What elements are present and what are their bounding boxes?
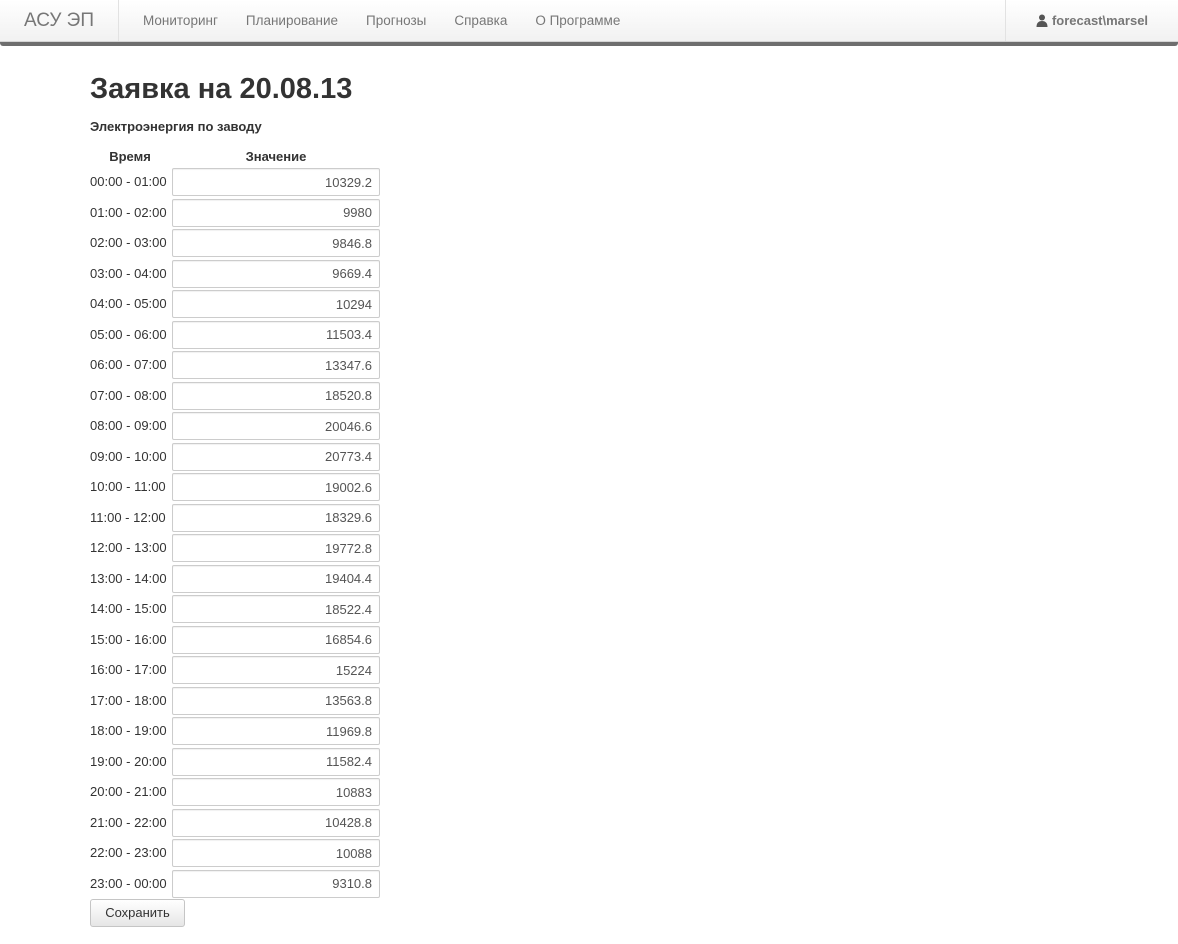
hour-range-label: 04:00 - 05:00: [90, 296, 167, 311]
hour-value-input[interactable]: [172, 808, 380, 837]
table-row: 23:00 - 00:00: [90, 869, 390, 900]
table-row: 06:00 - 07:00: [90, 350, 390, 381]
table-row: 22:00 - 23:00: [90, 838, 390, 869]
table-row: 09:00 - 10:00: [90, 442, 390, 473]
hour-range-label: 10:00 - 11:00: [90, 479, 166, 494]
hour-range-label: 15:00 - 16:00: [90, 631, 167, 647]
table-row: 00:00 - 01:00: [90, 167, 390, 198]
hour-range-label: 06:00 - 07:00: [90, 357, 167, 372]
nav-item-monitoring[interactable]: Мониторинг: [129, 0, 232, 41]
brand-logo[interactable]: АСУ ЭП: [0, 0, 119, 41]
hour-value-input[interactable]: [172, 473, 380, 501]
save-button[interactable]: Сохранить: [90, 899, 185, 927]
hour-range-label: 02:00 - 03:00: [90, 235, 167, 250]
table-row: 05:00 - 06:00: [90, 320, 390, 351]
hour-range-label: 16:00 - 17:00: [90, 662, 167, 677]
table-row: 12:00 - 13:00: [90, 533, 390, 564]
table-row: 10:00 - 11:00: [90, 472, 390, 503]
user-menu[interactable]: forecast\marsel: [1005, 0, 1178, 41]
hour-value-input[interactable]: [172, 869, 380, 898]
table-row: 14:00 - 15:00: [90, 594, 390, 625]
hour-range-label: 11:00 - 12:00: [90, 509, 166, 525]
hour-value-input[interactable]: [172, 290, 380, 318]
hour-range-label: 13:00 - 14:00: [90, 570, 167, 586]
hour-range-label: 05:00 - 06:00: [90, 326, 167, 342]
hour-value-input[interactable]: [172, 168, 380, 196]
table-row: 08:00 - 09:00: [90, 411, 390, 442]
hour-range-label: 03:00 - 04:00: [90, 265, 167, 281]
table-row: 20:00 - 21:00: [90, 777, 390, 808]
hour-range-label: 09:00 - 10:00: [90, 448, 167, 464]
table-row: 21:00 - 22:00: [90, 808, 390, 839]
table-row: 02:00 - 03:00: [90, 228, 390, 259]
hour-range-label: 21:00 - 22:00: [90, 814, 167, 830]
hour-value-input[interactable]: [172, 381, 380, 410]
hour-value-input[interactable]: [172, 778, 380, 806]
hour-value-input[interactable]: [172, 686, 380, 715]
user-icon: [1036, 14, 1048, 27]
hour-value-input[interactable]: [172, 747, 380, 776]
table-row: 01:00 - 02:00: [90, 198, 390, 229]
table-row: 16:00 - 17:00: [90, 655, 390, 686]
hour-value-input[interactable]: [172, 412, 380, 440]
hour-range-label: 08:00 - 09:00: [90, 418, 167, 433]
table-row: 17:00 - 18:00: [90, 686, 390, 717]
hour-range-label: 01:00 - 02:00: [90, 204, 167, 220]
main-nav: Мониторинг Планирование Прогнозы Справка…: [129, 0, 634, 41]
page-subtitle: Электроэнергия по заводу: [90, 119, 262, 134]
hour-value-input[interactable]: [172, 717, 380, 745]
table-row: 11:00 - 12:00: [90, 503, 390, 534]
hour-range-label: 17:00 - 18:00: [90, 692, 167, 708]
hour-value-input[interactable]: [172, 198, 380, 227]
table-row: 19:00 - 20:00: [90, 747, 390, 778]
hour-value-input[interactable]: [172, 229, 380, 257]
hour-value-input[interactable]: [172, 656, 380, 684]
hour-value-input[interactable]: [172, 625, 380, 654]
hour-range-label: 19:00 - 20:00: [90, 753, 167, 769]
nav-item-about[interactable]: О Программе: [521, 0, 634, 41]
nav-item-planning[interactable]: Планирование: [232, 0, 352, 41]
hour-range-label: 22:00 - 23:00: [90, 845, 167, 860]
hour-range-label: 00:00 - 01:00: [90, 174, 167, 189]
navbar-shadow-strip: [0, 42, 1178, 46]
hour-range-label: 18:00 - 19:00: [90, 723, 167, 738]
hour-range-label: 12:00 - 13:00: [90, 540, 167, 555]
page-title: Заявка на 20.08.13: [90, 73, 353, 105]
nav-item-help[interactable]: Справка: [440, 0, 521, 41]
table-row: 07:00 - 08:00: [90, 381, 390, 412]
hour-range-label: 20:00 - 21:00: [90, 784, 167, 799]
hour-value-input[interactable]: [172, 442, 380, 471]
table-row: 13:00 - 14:00: [90, 564, 390, 595]
hour-range-label: 07:00 - 08:00: [90, 387, 167, 403]
top-navbar: АСУ ЭП Мониторинг Планирование Прогнозы …: [0, 0, 1178, 42]
hour-value-input[interactable]: [172, 564, 380, 593]
hour-value-input[interactable]: [172, 534, 380, 562]
column-header-time: Время: [109, 149, 151, 164]
user-name: forecast\marsel: [1051, 13, 1149, 28]
table-row: 15:00 - 16:00: [90, 625, 390, 656]
nav-item-forecasts[interactable]: Прогнозы: [352, 0, 440, 41]
hour-value-input[interactable]: [172, 839, 380, 867]
hour-range-label: 14:00 - 15:00: [90, 601, 167, 616]
table-row: 04:00 - 05:00: [90, 289, 390, 320]
hour-value-input[interactable]: [172, 595, 380, 623]
hour-range-label: 23:00 - 00:00: [90, 875, 167, 891]
hour-value-input[interactable]: [172, 259, 380, 288]
column-header-value: Значение: [245, 149, 307, 164]
hour-value-input[interactable]: [172, 503, 380, 532]
table-row: 03:00 - 04:00: [90, 259, 390, 290]
hourly-values-table: 00:00 - 01:00 01:00 - 02:00 02:00 - 03:00 0…: [90, 167, 390, 899]
hour-value-input[interactable]: [172, 320, 380, 349]
hour-value-input[interactable]: [172, 351, 380, 379]
table-row: 18:00 - 19:00: [90, 716, 390, 747]
